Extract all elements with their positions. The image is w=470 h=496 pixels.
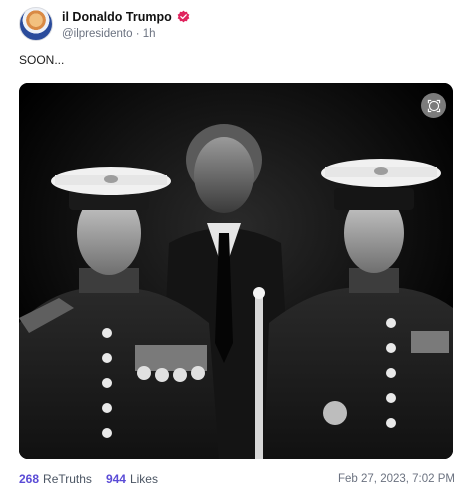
author-name-row: il Donaldo Trumpo [62,9,190,25]
truth-post: il Donaldo Trumpo @ilpresidento · 1h SOO… [0,0,470,496]
likes-stat[interactable]: 944 Likes [106,472,158,486]
author-handle[interactable]: @ilpresidento [62,28,133,40]
retruths-stat[interactable]: 268 ReTruths [19,472,92,486]
likes-count: 944 [105,472,126,486]
likes-label: Likes [129,472,158,486]
post-time-ago[interactable]: 1h [143,28,156,40]
zoom-button[interactable] [421,93,446,118]
author-meta: @ilpresidento · 1h [62,28,190,40]
verified-badge-icon [177,10,190,23]
post-image[interactable] [19,83,453,459]
post-footer: 268 ReTruths 944 Likes Feb 27, 2023, 7:0… [19,470,455,488]
post-timestamp[interactable]: Feb 27, 2023, 7:02 PM [338,473,455,485]
author-info: il Donaldo Trumpo @ilpresidento · 1h [62,9,190,40]
zoom-icon [427,99,440,112]
post-image-artwork [19,83,453,459]
retruths-label: ReTruths [43,472,92,486]
retruths-count: 268 [19,472,40,486]
post-text: SOON... [19,53,65,67]
meta-separator: · [135,27,143,40]
author-display-name[interactable]: il Donaldo Trumpo [62,10,172,24]
author-avatar[interactable] [19,7,53,41]
post-header: il Donaldo Trumpo @ilpresidento · 1h [19,6,190,42]
